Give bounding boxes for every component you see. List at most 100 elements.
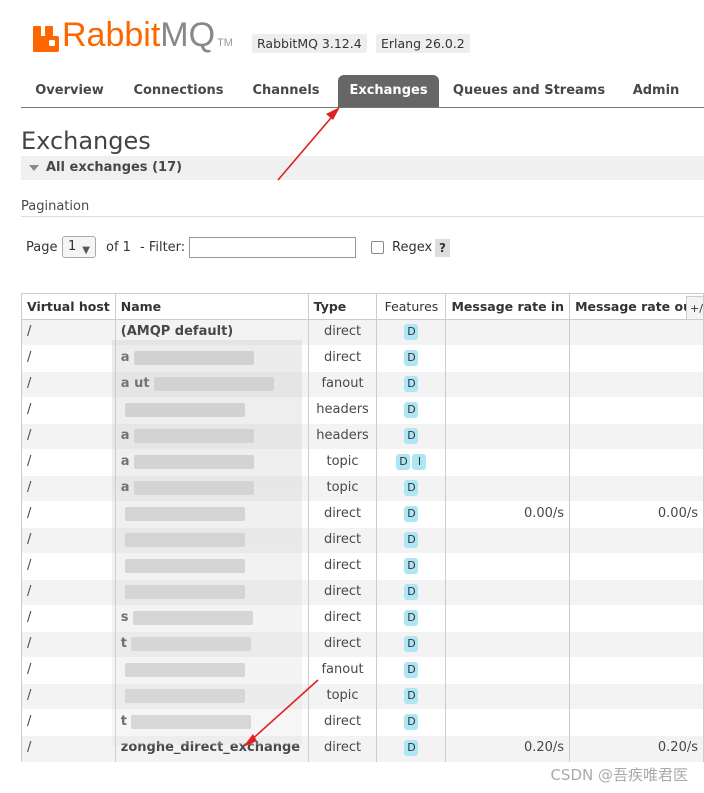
cell-virtual-host: / <box>21 709 116 736</box>
durable-badge: D <box>404 662 419 678</box>
table-row[interactable]: / direct D <box>21 579 704 606</box>
cell-rate-out <box>569 423 704 450</box>
col-type[interactable]: Type <box>307 293 378 320</box>
exchange-name-link[interactable]: t <box>121 636 127 651</box>
col-virtual-host[interactable]: Virtual host <box>21 293 116 320</box>
table-row[interactable]: / s direct D <box>21 605 704 632</box>
exchange-name-link[interactable]: zonghe_direct_exchange <box>121 740 300 755</box>
cell-type: topic <box>307 683 378 710</box>
cell-rate-out <box>569 397 704 424</box>
cell-rate-out <box>569 345 704 372</box>
cell-exchange-name[interactable]: a <box>114 475 309 502</box>
cell-type: fanout <box>307 657 378 684</box>
tab-channels[interactable]: Channels <box>243 75 329 107</box>
cell-exchange-name[interactable]: t <box>114 631 309 658</box>
cell-rate-out <box>569 631 704 658</box>
cell-exchange-name[interactable]: a ut <box>114 371 309 398</box>
cell-exchange-name[interactable]: a <box>114 423 309 450</box>
cell-exchange-name[interactable]: a <box>114 449 309 476</box>
internal-badge: I <box>412 454 427 470</box>
cell-exchange-name[interactable]: s <box>114 605 309 632</box>
cell-exchange-name[interactable]: zonghe_direct_exchange <box>114 735 309 762</box>
tab-admin[interactable]: Admin <box>621 75 691 107</box>
cell-virtual-host: / <box>21 501 116 528</box>
cell-exchange-name[interactable] <box>114 683 309 710</box>
logo-trademark: TM <box>217 37 233 49</box>
exchange-name-link[interactable]: s <box>121 610 129 625</box>
cell-rate-in <box>445 423 571 450</box>
cell-exchange-name[interactable]: (AMQP default) <box>114 319 309 346</box>
durable-badge: D <box>404 740 419 756</box>
cell-exchange-name[interactable] <box>114 553 309 580</box>
table-row[interactable]: / a topic D I <box>21 449 704 476</box>
table-row[interactable]: / a topic D <box>21 475 704 502</box>
columns-toggle-button[interactable]: +/- <box>686 296 704 320</box>
cell-rate-out <box>569 475 704 502</box>
cell-rate-in <box>445 657 571 684</box>
cell-exchange-name[interactable] <box>114 579 309 606</box>
cell-exchange-name[interactable] <box>114 657 309 684</box>
regex-checkbox[interactable] <box>371 241 384 254</box>
exchange-name-link[interactable]: t <box>121 714 127 729</box>
cell-features: D <box>376 605 447 632</box>
tab-exchanges[interactable]: Exchanges <box>338 75 439 107</box>
table-row[interactable]: / topic D <box>21 683 704 710</box>
table-row[interactable]: / t direct D <box>21 709 704 736</box>
cell-exchange-name[interactable] <box>114 397 309 424</box>
cell-rate-out <box>569 527 704 554</box>
col-message-rate-in[interactable]: Message rate in <box>445 293 571 320</box>
cell-rate-in <box>445 475 571 502</box>
all-exchanges-section-toggle[interactable]: All exchanges (17) <box>21 156 704 180</box>
exchange-name-link[interactable]: a <box>121 428 130 443</box>
redacted-name-block <box>133 480 254 495</box>
cell-virtual-host: / <box>21 553 116 580</box>
table-row[interactable]: / a direct D <box>21 345 704 372</box>
tab-queues-and-streams[interactable]: Queues and Streams <box>449 75 609 107</box>
rabbitmq-version-badge: RabbitMQ 3.12.4 <box>252 34 367 53</box>
durable-badge: D <box>404 558 419 574</box>
table-row[interactable]: / fanout D <box>21 657 704 684</box>
cell-virtual-host: / <box>21 631 116 658</box>
redacted-name-block <box>124 532 245 547</box>
filter-input[interactable] <box>189 237 356 258</box>
tab-overview[interactable]: Overview <box>21 75 118 107</box>
exchange-name-link[interactable]: a <box>121 350 130 365</box>
cell-type: topic <box>307 475 378 502</box>
cell-exchange-name[interactable] <box>114 527 309 554</box>
table-row[interactable]: / headers D <box>21 397 704 424</box>
exchange-name-link[interactable]: a <box>121 480 130 495</box>
table-row[interactable]: / direct D <box>21 527 704 554</box>
table-row[interactable]: / direct D 0.00/s 0.00/s <box>21 501 704 528</box>
cell-rate-in <box>445 397 571 424</box>
cell-features: D <box>376 709 447 736</box>
col-message-rate-out[interactable]: Message rate out <box>569 293 704 320</box>
table-row[interactable]: / direct D <box>21 553 704 580</box>
page-select[interactable]: 1 ▼ <box>62 236 96 258</box>
col-name[interactable]: Name <box>114 293 309 320</box>
table-row[interactable]: / a ut fanout D <box>21 371 704 398</box>
cell-features: D <box>376 319 447 346</box>
tab-connections[interactable]: Connections <box>126 75 231 107</box>
cell-exchange-name[interactable] <box>114 501 309 528</box>
cell-virtual-host: / <box>21 683 116 710</box>
cell-rate-in: 0.00/s <box>445 501 571 528</box>
rabbitmq-logo[interactable]: RabbitMQ TM <box>33 16 233 52</box>
exchange-name-link[interactable]: a ut <box>121 376 150 391</box>
table-row[interactable]: / t direct D <box>21 631 704 658</box>
cell-virtual-host: / <box>21 371 116 398</box>
cell-features: D <box>376 423 447 450</box>
cell-exchange-name[interactable]: t <box>114 709 309 736</box>
cell-type: fanout <box>307 371 378 398</box>
durable-badge: D <box>404 584 419 600</box>
cell-virtual-host: / <box>21 423 116 450</box>
cell-virtual-host: / <box>21 579 116 606</box>
regex-help-button[interactable]: ? <box>435 239 450 257</box>
table-row[interactable]: / a headers D <box>21 423 704 450</box>
cell-virtual-host: / <box>21 605 116 632</box>
exchange-name-link[interactable]: (AMQP default) <box>121 324 233 339</box>
exchange-name-link[interactable]: a <box>121 454 130 469</box>
cell-exchange-name[interactable]: a <box>114 345 309 372</box>
cell-features: D <box>376 735 447 762</box>
table-row[interactable]: / zonghe_direct_exchange direct D 0.20/s 0.20… <box>21 735 704 762</box>
table-row[interactable]: / (AMQP default) direct D <box>21 319 704 346</box>
